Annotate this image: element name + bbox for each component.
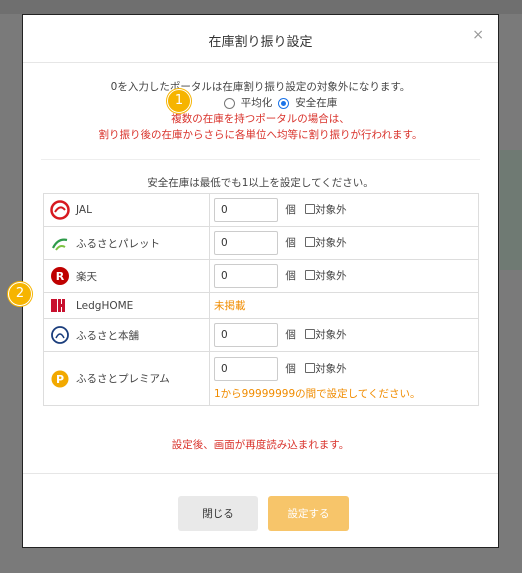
- reload-note: 設定後、画面が再度読み込まれます。: [171, 439, 350, 451]
- backdrop-edge: [500, 150, 522, 270]
- furusato-honpo-logo-icon: [50, 325, 70, 345]
- portal-name: JAL: [76, 204, 92, 216]
- section-divider: [41, 159, 480, 160]
- portal-name: 楽天: [76, 270, 97, 283]
- portal-name: ふるさと本舗: [76, 329, 139, 342]
- callout-badge-1: 1: [167, 89, 191, 113]
- svg-text:R: R: [56, 270, 65, 283]
- submit-button[interactable]: 設定する: [268, 496, 349, 531]
- ledghome-logo-icon: [50, 296, 70, 316]
- table-row: R 楽天 個 対象外: [43, 259, 479, 293]
- page-backdrop: [0, 0, 522, 14]
- notice-line-zero: 0を入力したポータルは在庫割り振り設定の対象外になります。: [110, 81, 411, 93]
- exclude-checkbox[interactable]: [305, 204, 316, 214]
- exclude-checkbox[interactable]: [305, 237, 316, 247]
- exclude-label[interactable]: 対象外: [315, 329, 347, 341]
- unit-label: 個: [285, 329, 296, 341]
- portal-table: JAL 個 対象外 ふるさとパレット 個: [43, 193, 479, 406]
- stock-input[interactable]: [214, 231, 278, 255]
- radio-average-label[interactable]: 平均化: [241, 95, 273, 111]
- svg-text:P: P: [56, 373, 64, 386]
- portal-name: LedgHOME: [76, 299, 134, 312]
- min-stock-note: 安全在庫は最低でも1以上を設定してください。: [147, 177, 374, 189]
- exclude-checkbox[interactable]: [305, 329, 316, 339]
- table-row: P ふるさとプレミアム 個 対象外 1から99999999の間で設定してください…: [43, 351, 479, 406]
- portal-name: ふるさとプレミアム: [76, 373, 170, 385]
- radio-safety-stock[interactable]: [278, 97, 290, 109]
- footer-divider: [23, 473, 498, 474]
- exclude-label[interactable]: 対象外: [315, 204, 347, 216]
- validation-error: 1から99999999の間で設定してください。: [214, 387, 421, 400]
- radio-average[interactable]: [223, 97, 235, 109]
- exclude-label[interactable]: 対象外: [315, 237, 347, 249]
- exclude-label[interactable]: 対象外: [315, 363, 347, 375]
- notice-red-line-2: 割り振り後の在庫からさらに各単位へ均等に割り振りが行われます。: [98, 129, 423, 141]
- modal-title: 在庫割り振り設定: [208, 35, 313, 50]
- rakuten-logo-icon: R: [50, 266, 70, 286]
- table-row: ふるさとパレット 個 対象外: [43, 226, 479, 260]
- table-row: JAL 個 対象外: [43, 193, 479, 227]
- exclude-checkbox[interactable]: [305, 270, 316, 280]
- callout-badge-2: 2: [8, 282, 32, 306]
- table-row: ふるさと本舗 個 対象外: [43, 318, 479, 352]
- furusato-pallet-logo-icon: [50, 233, 70, 253]
- close-icon[interactable]: ×: [472, 27, 484, 43]
- table-row: LedgHOME 未掲載: [43, 292, 479, 319]
- unlisted-status: 未掲載: [214, 300, 246, 312]
- unit-label: 個: [285, 362, 296, 375]
- portal-name: ふるさとパレット: [76, 237, 160, 250]
- unit-label: 個: [285, 204, 296, 216]
- notice-red-line-1: 複数の在庫を持つポータルの場合は、: [171, 113, 350, 125]
- radio-safety-stock-label[interactable]: 安全在庫: [295, 95, 337, 111]
- exclude-label[interactable]: 対象外: [315, 270, 347, 282]
- stock-input[interactable]: [214, 323, 278, 347]
- jal-logo-icon: [50, 200, 70, 220]
- furusato-premium-logo-icon: P: [50, 369, 70, 389]
- exclude-checkbox[interactable]: [305, 362, 316, 373]
- modal-header: 在庫割り振り設定 ×: [23, 15, 498, 63]
- close-button[interactable]: 閉じる: [178, 496, 258, 531]
- stock-input[interactable]: [214, 198, 278, 222]
- allocation-mode-radios: 平均化 安全在庫: [23, 95, 498, 111]
- stock-input[interactable]: [214, 264, 278, 288]
- allocation-notice: 0を入力したポータルは在庫割り振り設定の対象外になります。 平均化 安全在庫 複…: [23, 79, 498, 143]
- stock-input[interactable]: [214, 356, 278, 381]
- stock-allocation-modal: 在庫割り振り設定 × 0を入力したポータルは在庫割り振り設定の対象外になります。…: [22, 14, 499, 548]
- unit-label: 個: [285, 237, 296, 249]
- unit-label: 個: [285, 270, 296, 282]
